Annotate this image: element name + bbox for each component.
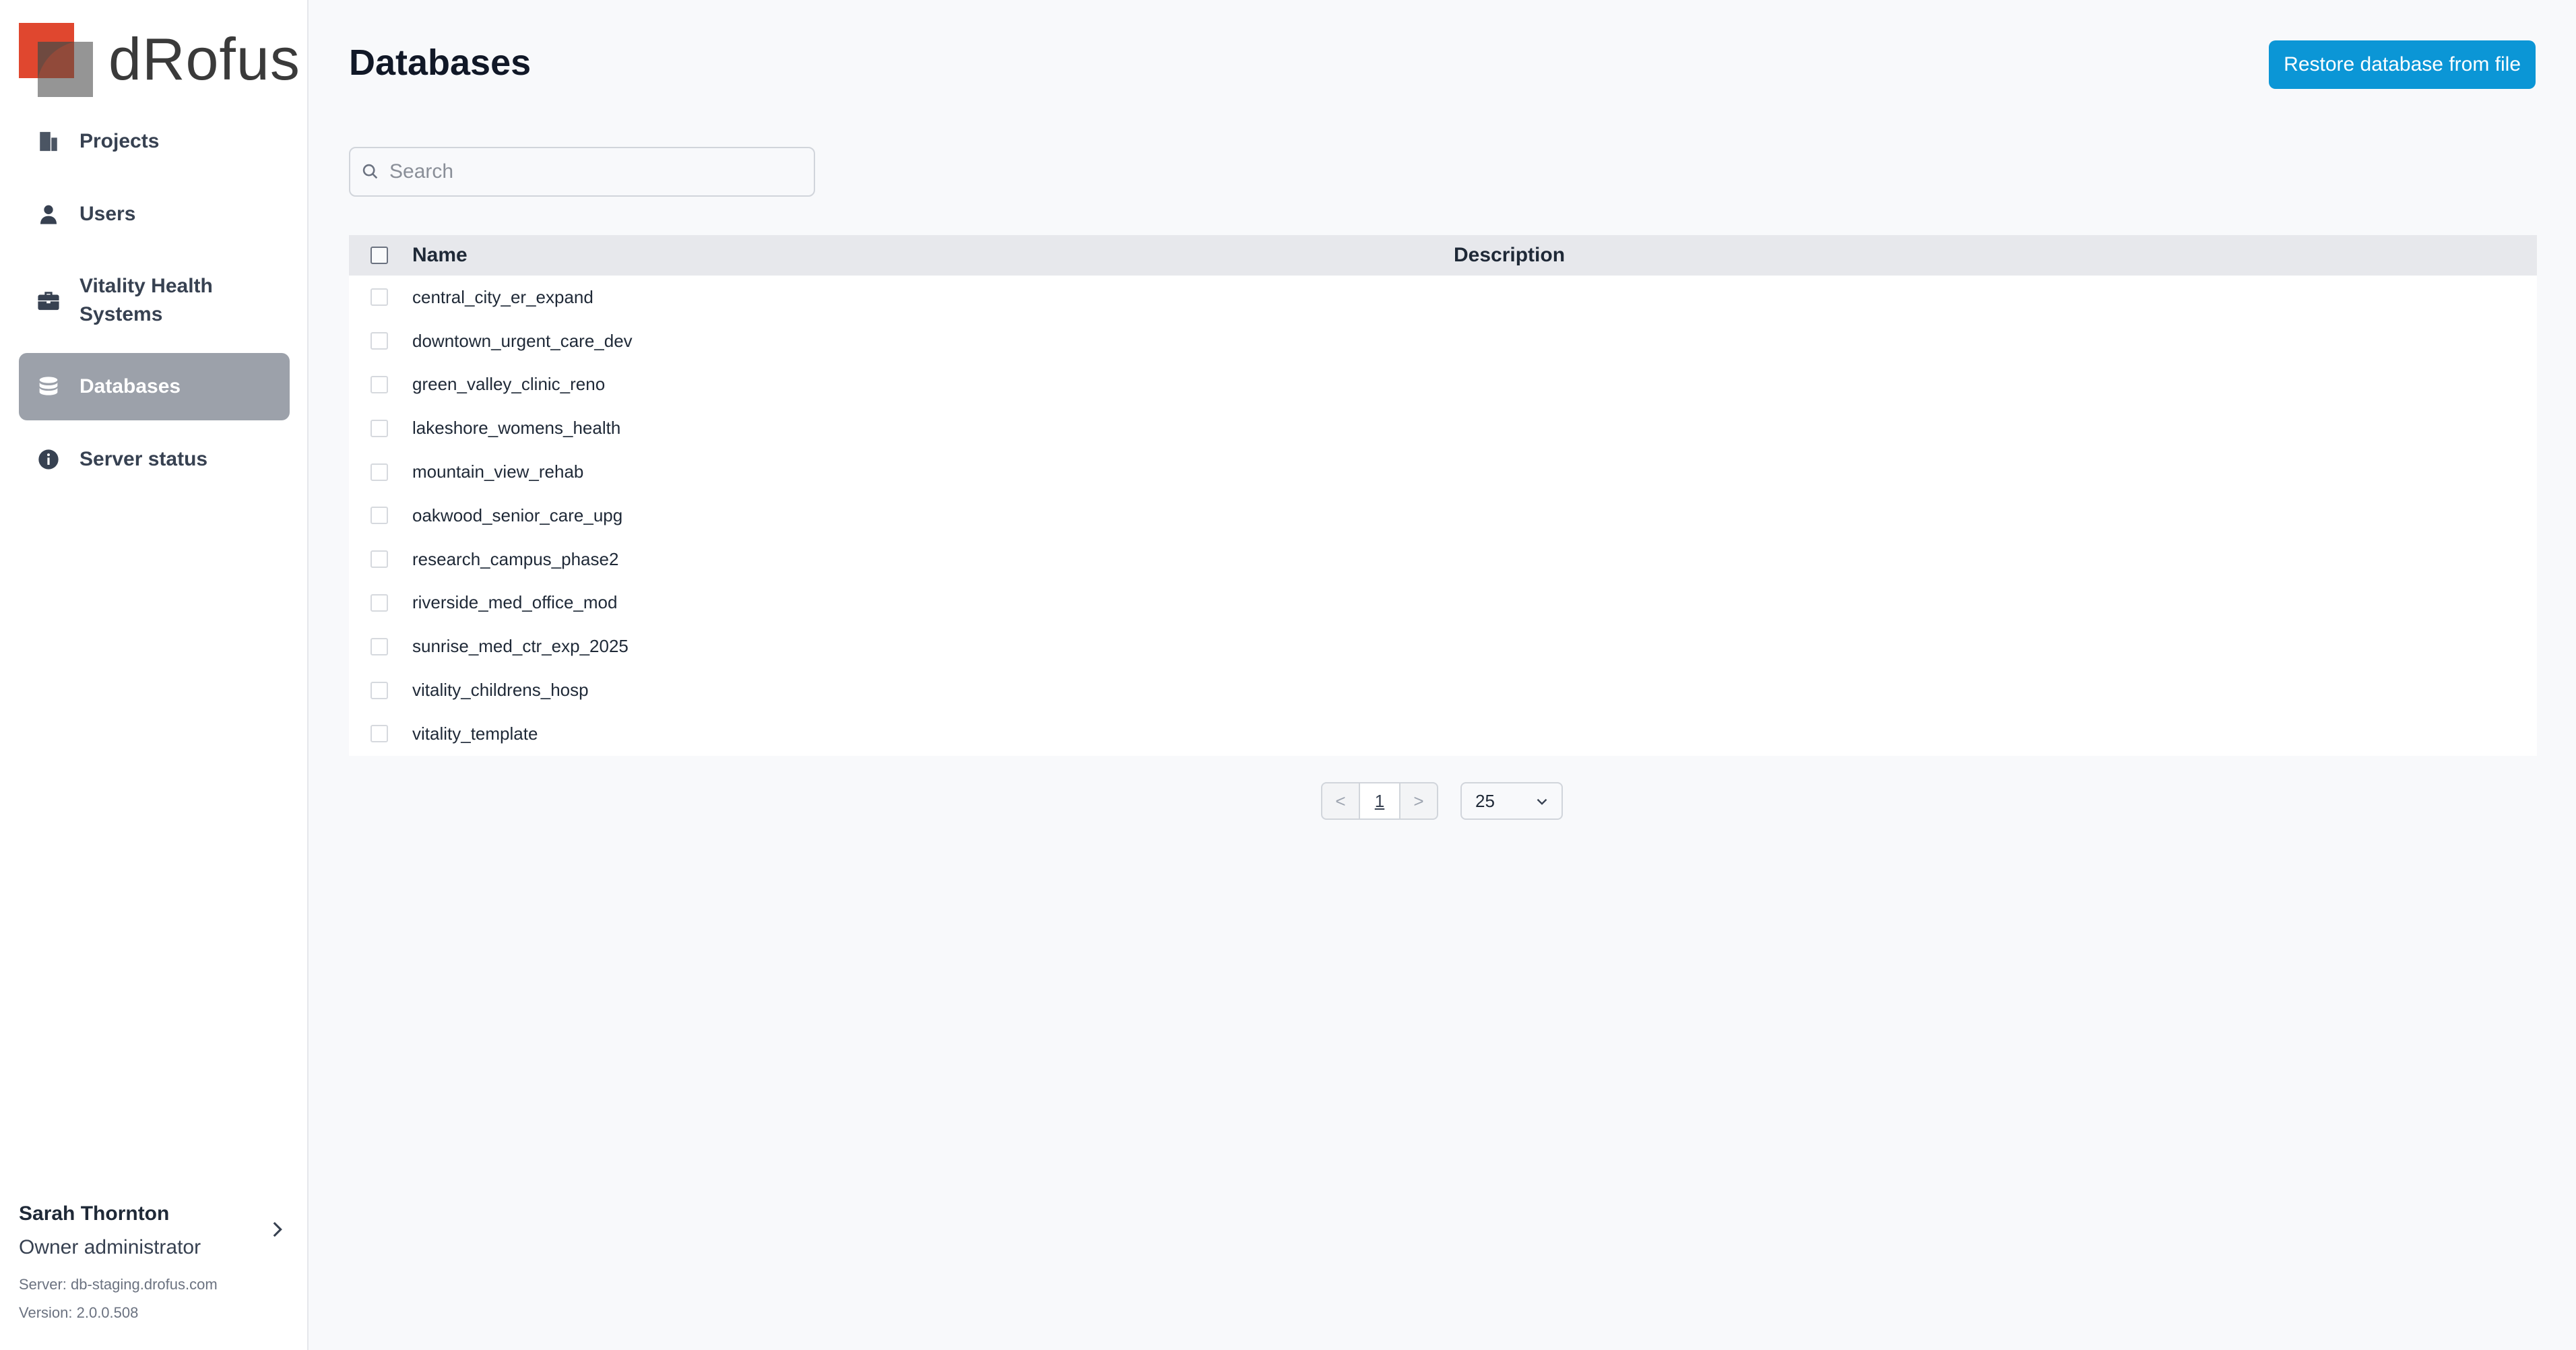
current-page[interactable]: 1	[1360, 782, 1399, 820]
sidebar-nav: Projects Users Vitality Health Systems D…	[19, 108, 290, 499]
user-role: Owner administrator	[19, 1236, 201, 1258]
table-row[interactable]: central_city_er_expand	[349, 276, 2537, 319]
table-row[interactable]: lakeshore_womens_health	[349, 406, 2537, 450]
sidebar-item-label: Vitality Health Systems	[79, 275, 213, 325]
database-name[interactable]: vitality_childrens_hosp	[412, 680, 589, 701]
database-name[interactable]: vitality_template	[412, 724, 538, 744]
search-box[interactable]	[349, 147, 815, 197]
version-info: Version: 2.0.0.508	[19, 1304, 139, 1321]
table-row[interactable]: vitality_childrens_hosp	[349, 668, 2537, 712]
sidebar-item-label: Server status	[79, 448, 208, 470]
drofus-logo[interactable]: dRofus	[19, 23, 302, 97]
sidebar-item-label: Users	[79, 203, 136, 225]
row-checkbox[interactable]	[371, 507, 388, 525]
briefcase-icon	[35, 287, 62, 314]
sidebar-item-projects[interactable]: Projects	[19, 108, 290, 175]
row-checkbox[interactable]	[371, 463, 388, 481]
row-checkbox[interactable]	[371, 725, 388, 743]
table-row[interactable]: research_campus_phase2	[349, 538, 2537, 581]
row-checkbox[interactable]	[371, 637, 388, 655]
chevron-down-icon	[1533, 793, 1551, 810]
database-name[interactable]: downtown_urgent_care_dev	[412, 331, 633, 352]
user-name: Sarah Thornton	[19, 1202, 170, 1225]
database-name[interactable]: oakwood_senior_care_upg	[412, 505, 622, 526]
database-name[interactable]: research_campus_phase2	[412, 549, 618, 570]
info-icon	[35, 446, 62, 473]
logo-text: dRofus	[108, 26, 300, 92]
restore-database-button[interactable]: Restore database from file	[2269, 40, 2536, 89]
table-row[interactable]: sunrise_med_ctr_exp_2025	[349, 624, 2537, 668]
row-checkbox[interactable]	[371, 375, 388, 393]
sidebar-item-server-status[interactable]: Server status	[19, 426, 290, 493]
column-header-description[interactable]: Description	[1454, 244, 1565, 267]
sidebar-item-label: Databases	[79, 375, 181, 397]
table-row[interactable]: oakwood_senior_care_upg	[349, 494, 2537, 538]
table-row[interactable]: downtown_urgent_care_dev	[349, 319, 2537, 363]
sidebar-item-label: Projects	[79, 130, 160, 152]
sidebar-item-vitality-health-systems[interactable]: Vitality Health Systems	[19, 253, 290, 348]
database-name[interactable]: sunrise_med_ctr_exp_2025	[412, 636, 629, 657]
logo-mark-icon	[19, 23, 93, 97]
database-name[interactable]: green_valley_clinic_reno	[412, 374, 605, 395]
page-size-value: 25	[1475, 790, 1495, 811]
prev-page-button[interactable]: <	[1321, 782, 1360, 820]
user-profile: Sarah Thornton Owner administrator Serve…	[19, 1199, 288, 1327]
building-icon	[35, 128, 62, 155]
chevron-right-icon[interactable]	[265, 1218, 288, 1241]
row-checkbox[interactable]	[371, 419, 388, 437]
search-icon	[361, 162, 380, 181]
databases-table: Name Description central_city_er_expand …	[349, 235, 2537, 756]
next-page-button[interactable]: >	[1399, 782, 1438, 820]
database-name[interactable]: lakeshore_womens_health	[412, 418, 620, 439]
column-header-name[interactable]: Name	[412, 244, 468, 267]
server-info: Server: db-staging.drofus.com	[19, 1276, 218, 1293]
sidebar: dRofus Projects Users Vitality Health Sy…	[0, 0, 309, 1350]
database-name[interactable]: mountain_view_rehab	[412, 461, 583, 482]
table-header: Name Description	[349, 235, 2537, 276]
search-input[interactable]	[388, 160, 795, 184]
select-all-checkbox[interactable]	[371, 247, 388, 264]
table-row[interactable]: green_valley_clinic_reno	[349, 363, 2537, 407]
table-row[interactable]: riverside_med_office_mod	[349, 581, 2537, 625]
database-icon	[35, 373, 62, 400]
page-title: Databases	[349, 42, 532, 83]
row-checkbox[interactable]	[371, 288, 388, 307]
row-checkbox[interactable]	[371, 593, 388, 612]
user-icon	[35, 201, 62, 228]
row-checkbox[interactable]	[371, 550, 388, 569]
table-row[interactable]: vitality_template	[349, 712, 2537, 756]
row-checkbox[interactable]	[371, 332, 388, 350]
table-row[interactable]: mountain_view_rehab	[349, 450, 2537, 494]
database-name[interactable]: riverside_med_office_mod	[412, 592, 617, 613]
sidebar-item-databases[interactable]: Databases	[19, 353, 290, 420]
page-size-select[interactable]: 25	[1460, 782, 1563, 820]
database-name[interactable]: central_city_er_expand	[412, 287, 593, 308]
row-checkbox[interactable]	[371, 681, 388, 699]
sidebar-item-users[interactable]: Users	[19, 181, 290, 248]
main-content: Databases Restore database from file Nam…	[309, 0, 2576, 1350]
pagination: < 1 >	[1321, 782, 1438, 820]
